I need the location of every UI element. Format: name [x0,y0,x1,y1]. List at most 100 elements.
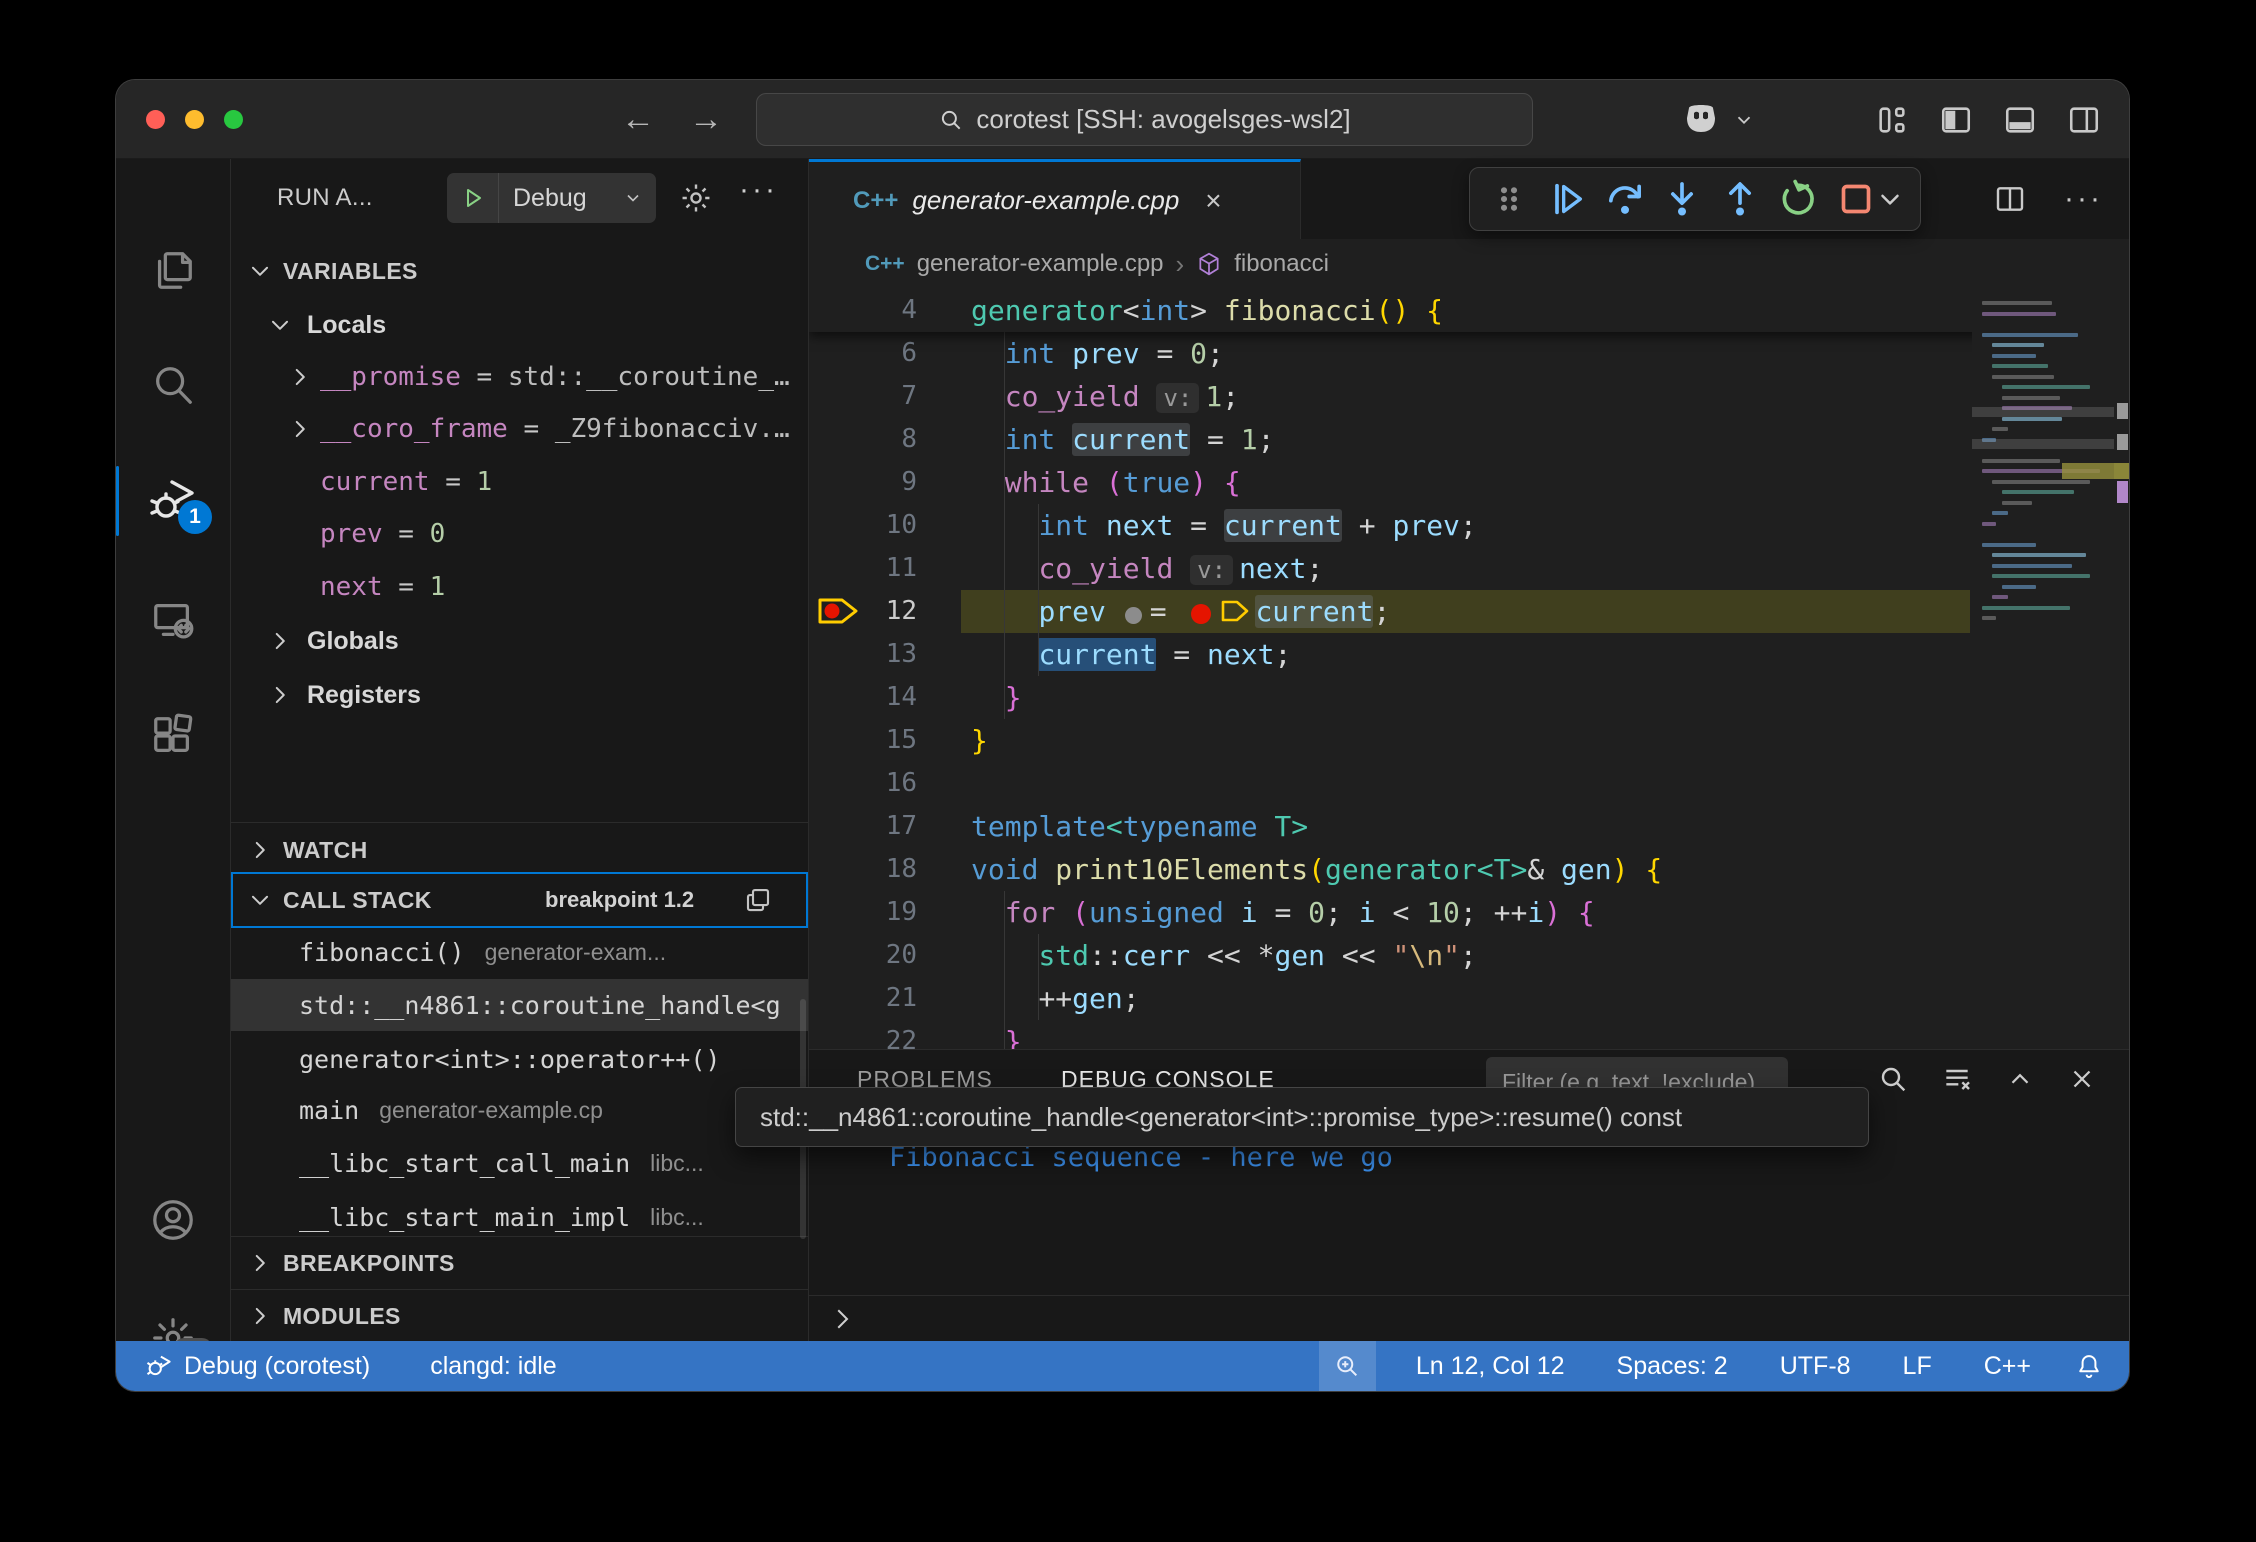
step-out-icon[interactable] [1715,174,1765,224]
search-icon[interactable] [1877,1063,1909,1095]
drag-grip-icon[interactable] [1484,174,1534,224]
activity-bar-extensions[interactable] [116,687,230,783]
chevron-right-icon[interactable] [247,837,273,863]
more-actions-icon[interactable]: ··· [2064,182,2103,216]
editor-gutter[interactable]: 18 [809,848,971,891]
inline-breakpoint-candidate-icon[interactable] [1125,607,1142,624]
command-center[interactable]: corotest [SSH: avogelsges-wsl2] [756,93,1533,146]
code-line-9[interactable]: 9 while (true) { [809,461,2129,504]
code-line-13[interactable]: 13 current = next; [809,633,2129,676]
eol-item[interactable]: LF [1903,1352,1932,1381]
continue-icon[interactable] [1542,174,1592,224]
editor-gutter[interactable]: 15 [809,719,971,762]
editor-gutter[interactable]: 19 [809,891,971,934]
code-line-20[interactable]: 20 std::cerr << *gen << "\n"; [809,934,2129,977]
editor-gutter[interactable]: 10 [809,504,971,547]
toggle-panel-icon[interactable] [2003,103,2037,137]
editor-gutter[interactable]: 14 [809,676,971,719]
editor-gutter[interactable]: 16 [809,762,971,805]
chevron-right-icon[interactable] [267,628,293,654]
code-line-14[interactable]: 14 } [809,676,2129,719]
chevron-right-icon[interactable] [267,682,293,708]
step-over-icon[interactable] [1600,174,1650,224]
more-actions-icon[interactable]: ··· [739,173,778,207]
chevron-down-icon[interactable] [267,312,293,338]
code-line-7[interactable]: 7 co_yield v:1; [809,375,2129,418]
variable-row[interactable]: __promise = std::__coroutine_… [231,351,808,403]
close-icon[interactable]: × [1205,185,1221,217]
editor-gutter[interactable]: 13 [809,633,971,676]
editor-gutter[interactable]: 20 [809,934,971,977]
variables-group-globals[interactable]: Globals [231,615,808,667]
editor-gutter[interactable]: 9 [809,461,971,504]
language-mode-item[interactable]: C++ [1984,1352,2031,1381]
section-breakpoints[interactable]: BREAKPOINTS [231,1237,808,1289]
variable-row[interactable]: __coro_frame = _Z9fibonacciv.… [231,403,808,455]
section-variables[interactable]: VARIABLES [231,245,808,297]
section-modules[interactable]: MODULES [231,1290,808,1341]
screencast-zoom-item[interactable] [1319,1341,1376,1391]
chevron-right-icon[interactable] [287,364,313,390]
copy-icon[interactable] [743,885,773,915]
activity-bar-explorer[interactable] [116,222,230,318]
close-window-button[interactable] [146,110,165,129]
toggle-secondary-sidebar-icon[interactable] [2067,103,2101,137]
debug-status-item[interactable]: Debug (corotest) [144,1351,370,1381]
activity-bar-account[interactable] [116,1172,230,1268]
variables-group-locals[interactable]: Locals [231,299,808,351]
chevron-up-icon[interactable] [2005,1064,2035,1094]
overview-ruler[interactable] [2114,289,2129,1049]
editor-gutter[interactable]: 7 [809,375,971,418]
variables-group-registers[interactable]: Registers [231,669,808,721]
notifications-bell-icon[interactable] [2075,1352,2103,1380]
toggle-primary-sidebar-icon[interactable] [1939,103,1973,137]
customize-layout-icon[interactable] [1875,103,1909,137]
cursor-position-item[interactable]: Ln 12, Col 12 [1416,1352,1565,1381]
minimap[interactable] [1972,289,2114,1049]
code-line-15[interactable]: 15} [809,719,2129,762]
split-editor-icon[interactable] [1994,183,2026,215]
activity-bar-search[interactable] [116,337,230,433]
start-debug-play-icon[interactable] [447,173,499,223]
chevron-down-icon[interactable] [247,258,273,284]
variable-row[interactable]: current = 1 [231,456,808,508]
step-into-icon[interactable] [1657,174,1707,224]
clear-console-icon[interactable] [1941,1063,1973,1095]
chevron-down-icon[interactable] [1875,174,1906,224]
indentation-item[interactable]: Spaces: 2 [1617,1352,1728,1381]
breadcrumb-symbol[interactable]: fibonacci [1234,250,1329,278]
editor-gutter[interactable]: 12 [809,590,971,633]
minimize-window-button[interactable] [185,110,204,129]
breakpoint-current-line-icon[interactable] [817,594,863,628]
code-line-12[interactable]: 12 prev = current; [809,590,2129,633]
section-call-stack[interactable]: CALL STACKbreakpoint 1.2 [231,874,808,926]
code-line-6[interactable]: 6 int prev = 0; [809,332,2129,375]
variable-row[interactable]: next = 1 [231,561,808,613]
chevron-down-icon[interactable] [247,887,273,913]
close-icon[interactable] [2067,1064,2097,1094]
chevron-right-icon[interactable] [247,1250,273,1276]
editor-gutter[interactable]: 8 [809,418,971,461]
code-line-21[interactable]: 21 ++gen; [809,977,2129,1020]
call-stack-frame[interactable]: maingenerator-example.cp [231,1084,808,1136]
activity-bar-remote-explorer[interactable] [116,572,230,668]
section-watch[interactable]: WATCH [231,824,808,876]
code-line-22[interactable]: 22 } [809,1020,2129,1049]
editor-gutter[interactable]: 11 [809,547,971,590]
clangd-status-item[interactable]: clangd: idle [430,1352,556,1381]
sticky-scroll-line[interactable]: 4generator<int> fibonacci() { [809,289,2129,332]
code-line-8[interactable]: 8 int current = 1; [809,418,2129,461]
copilot-icon[interactable] [1679,102,1723,138]
call-stack-frame[interactable]: fibonacci()generator-exam... [231,926,808,978]
gear-icon[interactable] [679,181,713,215]
call-stack-frame[interactable]: std::__n4861::coroutine_handle<g [231,979,808,1031]
editor-gutter[interactable]: 17 [809,805,971,848]
encoding-item[interactable]: UTF-8 [1780,1352,1851,1381]
chevron-down-icon[interactable] [1733,109,1755,131]
code-line-16[interactable]: 16 [809,762,2129,805]
editor-gutter[interactable]: 21 [809,977,971,1020]
code-line-17[interactable]: 17template<typename T> [809,805,2129,848]
call-stack-frame[interactable]: __libc_start_call_mainlibc... [231,1137,808,1189]
editor-gutter[interactable]: 22 [809,1020,971,1049]
code-line-10[interactable]: 10 int next = current + prev; [809,504,2129,547]
